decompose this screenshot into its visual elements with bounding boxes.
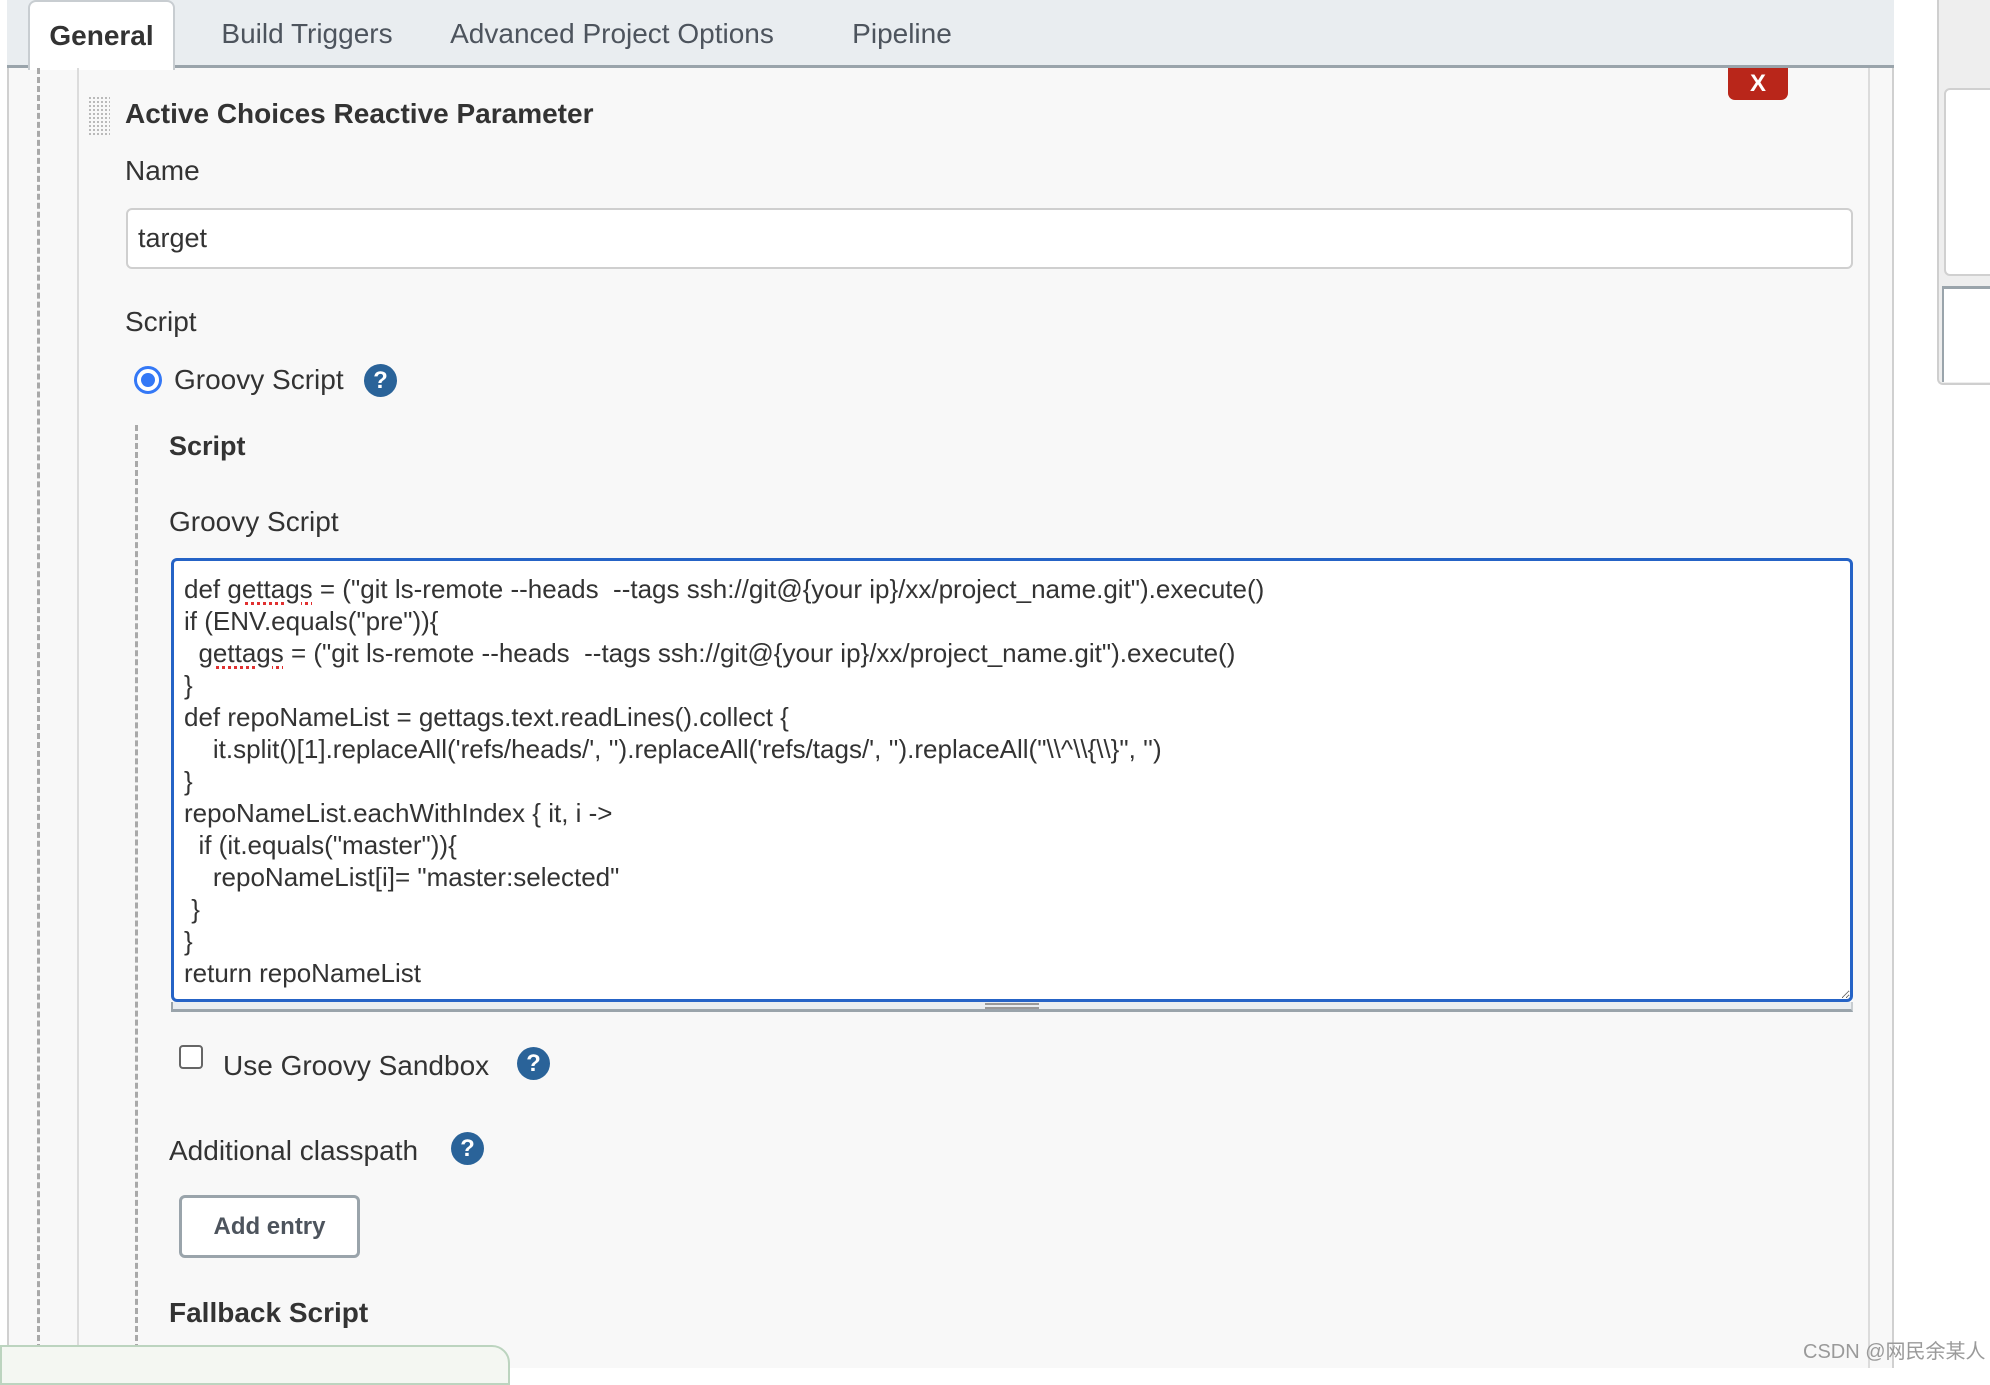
name-input[interactable] (126, 208, 1853, 269)
help-icon[interactable]: ? (517, 1047, 550, 1080)
tab-build-triggers[interactable]: Build Triggers (197, 0, 417, 68)
parameter-title: Active Choices Reactive Parameter (125, 98, 594, 129)
help-icon[interactable]: ? (451, 1132, 484, 1165)
script-subheader: Script (169, 431, 246, 461)
use-groovy-sandbox-checkbox[interactable] (179, 1045, 203, 1069)
add-entry-button[interactable]: Add entry (179, 1195, 360, 1258)
spelling-error-mark: gettags (198, 638, 284, 668)
section-guide-line (37, 68, 40, 1368)
fallback-script-label: Fallback Script (169, 1297, 369, 1328)
groovy-script-label: Groovy Script (169, 506, 339, 537)
code-line: } (184, 926, 193, 956)
parameter-panel-right-border (1868, 68, 1870, 1368)
side-panel-box (1944, 88, 1990, 276)
bottom-notification-bar (0, 1345, 510, 1385)
code-line: def gettags = ("git ls-remote --heads --… (184, 574, 1265, 604)
tab-general[interactable]: General (28, 0, 175, 70)
code-line: } (184, 894, 200, 924)
script-guide-line (135, 425, 138, 1368)
code-line: gettags = ("git ls-remote --heads --tags… (198, 638, 1236, 668)
watermark: CSDN @网民余某人 (1803, 1341, 1986, 1363)
resize-grip-icon[interactable] (985, 1003, 1039, 1009)
tab-pipeline[interactable]: Pipeline (827, 0, 977, 68)
code-line: it.split()[1].replaceAll('refs/heads/', … (184, 734, 1162, 764)
tab-advanced-project-options[interactable]: Advanced Project Options (437, 0, 787, 68)
code-line: if (it.equals("master")){ (184, 830, 457, 860)
code-line: def repoNameList = gettags.text.readLine… (184, 702, 789, 732)
code-line: } (184, 670, 193, 700)
code-line: } (184, 766, 193, 796)
close-icon: X (1749, 70, 1766, 97)
side-panel-box (1942, 286, 1990, 382)
help-icon[interactable]: ? (364, 364, 397, 397)
additional-classpath-label: Additional classpath (169, 1135, 419, 1166)
code-line: return repoNameList (184, 958, 421, 988)
tab-bar: General Build Triggers Advanced Project … (7, 0, 1894, 70)
code-line: if (ENV.equals("pre")){ (184, 606, 439, 636)
name-label: Name (125, 155, 200, 186)
spelling-error-mark: gettags (227, 574, 313, 604)
groovy-script-radio-label[interactable]: Groovy Script (174, 364, 344, 396)
code-line: repoNameList.eachWithIndex { it, i -> (184, 798, 613, 828)
code-line: repoNameList[i]= "master:selected" (184, 862, 620, 892)
parameter-panel-left-border (77, 68, 79, 1368)
use-groovy-sandbox-label[interactable]: Use Groovy Sandbox (223, 1050, 489, 1082)
drag-handle-icon[interactable] (88, 96, 110, 136)
delete-parameter-button[interactable]: X (1728, 68, 1788, 100)
script-label: Script (125, 306, 197, 337)
groovy-script-radio[interactable] (134, 366, 162, 394)
groovy-script-textarea[interactable]: def gettags = ("git ls-remote --heads --… (171, 558, 1853, 1002)
